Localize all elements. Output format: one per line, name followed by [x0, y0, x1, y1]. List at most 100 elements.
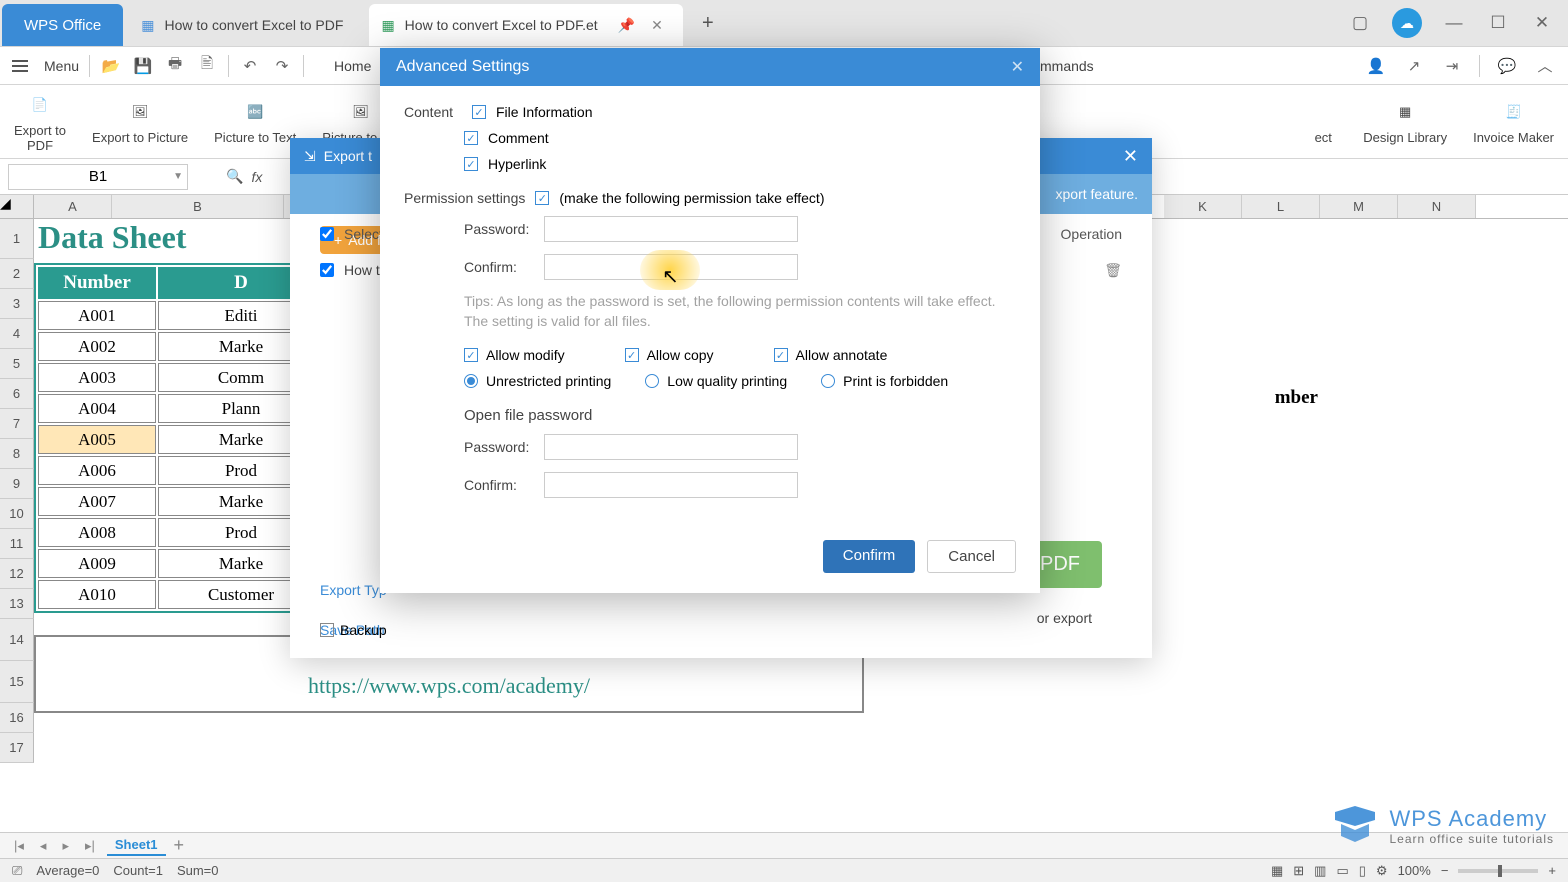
zoom-out-icon[interactable]: − [1441, 863, 1449, 878]
row-header[interactable]: 3 [0, 289, 34, 319]
row-header[interactable]: 2 [0, 259, 34, 289]
col-header[interactable]: N [1398, 195, 1476, 218]
row-header[interactable]: 4 [0, 319, 34, 349]
delete-icon[interactable]: 🗑 [1104, 262, 1122, 279]
next-sheet-icon[interactable]: ▸ [58, 838, 73, 854]
last-sheet-icon[interactable]: ▸| [81, 838, 99, 854]
low-quality-printing-radio[interactable] [645, 374, 659, 388]
confirm-button[interactable]: Confirm [823, 540, 916, 573]
table-cell[interactable]: A006 [38, 456, 156, 485]
invoice-maker-button[interactable]: 🧾 Invoice Maker [1473, 98, 1554, 145]
comment-checkbox[interactable]: ✓ [464, 131, 478, 145]
redo-icon[interactable]: ↷ [271, 55, 293, 77]
view-icon[interactable]: ▦ [1271, 863, 1283, 879]
cell-reference-box[interactable]: B1 ▼ [8, 164, 188, 190]
maximize-icon[interactable]: ☐ [1486, 11, 1510, 35]
export-type-link[interactable]: Export Typ [320, 582, 387, 598]
cancel-button[interactable]: Cancel [927, 540, 1016, 573]
view-page-icon[interactable]: ▭ [1336, 863, 1348, 879]
unrestricted-printing-radio[interactable] [464, 374, 478, 388]
print-forbidden-radio[interactable] [821, 374, 835, 388]
table-cell[interactable]: A007 [38, 487, 156, 516]
row-header[interactable]: 10 [0, 499, 34, 529]
col-header[interactable]: M [1320, 195, 1398, 218]
row-header[interactable]: 12 [0, 559, 34, 589]
permission-enable-checkbox[interactable]: ✓ [535, 191, 549, 205]
table-cell[interactable]: A010 [38, 580, 156, 609]
user-icon[interactable]: 👤 [1365, 55, 1387, 77]
settings-icon[interactable]: ⚙ [1376, 863, 1388, 879]
file-tab-2[interactable]: ▦ How to convert Excel to PDF.et 📌 ✕ [369, 4, 682, 46]
permission-password-input[interactable] [544, 216, 798, 242]
view-icon[interactable]: ⊞ [1293, 863, 1304, 879]
picture-to-text-button[interactable]: 🔤 Picture to Text [214, 98, 296, 145]
close-icon[interactable]: ✕ [651, 17, 663, 34]
fx-label[interactable]: fx [251, 169, 262, 185]
row-header[interactable]: 13 [0, 589, 34, 619]
open-confirm-input[interactable] [544, 472, 798, 498]
zoom-slider[interactable] [1458, 869, 1538, 873]
share-icon[interactable]: ↗ [1403, 55, 1425, 77]
table-cell[interactable]: A002 [38, 332, 156, 361]
chevron-down-icon[interactable]: ▼ [173, 171, 183, 182]
row-header[interactable]: 8 [0, 439, 34, 469]
table-cell[interactable]: A008 [38, 518, 156, 547]
table-cell[interactable]: A005 [38, 425, 156, 454]
export-picture-button[interactable]: 🖼 Export to Picture [92, 98, 188, 145]
pin-icon[interactable]: 📌 [618, 17, 635, 34]
hamburger-icon[interactable] [12, 60, 28, 72]
table-cell[interactable]: A003 [38, 363, 156, 392]
add-sheet-button[interactable]: + [174, 835, 185, 856]
col-header[interactable]: B [112, 195, 284, 218]
new-tab-button[interactable]: + [695, 10, 721, 36]
print-icon[interactable]: 🖶 [164, 55, 186, 77]
close-icon[interactable]: ✕ [1123, 146, 1138, 167]
comment-icon[interactable]: 💬 [1496, 55, 1518, 77]
save-icon[interactable]: 💾 [132, 55, 154, 77]
print-preview-icon[interactable]: 🖹 [196, 55, 218, 77]
allow-copy-checkbox[interactable]: ✓ [625, 348, 639, 362]
menu-label[interactable]: Menu [44, 58, 79, 74]
first-sheet-icon[interactable]: |◂ [10, 838, 28, 854]
row-header[interactable]: 16 [0, 703, 34, 733]
export-pdf-button[interactable]: 📄 Export to PDF [14, 91, 66, 153]
prev-sheet-icon[interactable]: ◂ [36, 838, 51, 854]
close-icon[interactable]: ✕ [1011, 57, 1024, 77]
dock-icon[interactable]: ⇥ [1441, 55, 1463, 77]
col-header[interactable]: A [34, 195, 112, 218]
table-cell[interactable]: A001 [38, 301, 156, 330]
sheet-tab[interactable]: Sheet1 [107, 835, 166, 856]
view-break-icon[interactable]: ▯ [1359, 863, 1366, 879]
row-header[interactable]: 9 [0, 469, 34, 499]
zoom-icon[interactable]: 🔍 [226, 168, 243, 185]
collapse-ribbon-icon[interactable]: ︿ [1534, 55, 1556, 77]
undo-icon[interactable]: ↶ [239, 55, 261, 77]
open-password-input[interactable] [544, 434, 798, 460]
backup-checkbox[interactable] [320, 623, 334, 637]
select-all-corner[interactable]: ◢ [0, 195, 34, 218]
file-row-checkbox[interactable] [320, 263, 334, 277]
hyperlink-checkbox[interactable]: ✓ [464, 157, 478, 171]
open-icon[interactable]: 📂 [100, 55, 122, 77]
row-header[interactable]: 17 [0, 733, 34, 763]
file-tab-1[interactable]: ▦ How to convert Excel to PDF [129, 4, 363, 46]
col-header[interactable]: K [1164, 195, 1242, 218]
zoom-level[interactable]: 100% [1398, 863, 1431, 878]
row-header[interactable]: 7 [0, 409, 34, 439]
app-tab[interactable]: WPS Office [2, 4, 123, 46]
row-header[interactable]: 11 [0, 529, 34, 559]
table-cell[interactable]: A009 [38, 549, 156, 578]
row-header[interactable]: 14 [0, 619, 34, 661]
calendar-icon[interactable]: ▢ [1348, 11, 1372, 35]
design-library-button[interactable]: ▦ Design Library [1363, 98, 1447, 145]
window-close-icon[interactable]: ✕ [1530, 11, 1554, 35]
row-header[interactable]: 5 [0, 349, 34, 379]
select-all-checkbox[interactable] [320, 227, 334, 241]
col-header[interactable]: L [1242, 195, 1320, 218]
row-header[interactable]: 6 [0, 379, 34, 409]
file-information-checkbox[interactable]: ✓ [472, 105, 486, 119]
row-header[interactable]: 1 [0, 219, 34, 259]
allow-modify-checkbox[interactable]: ✓ [464, 348, 478, 362]
row-header[interactable]: 15 [0, 661, 34, 703]
home-tab[interactable]: Home [334, 58, 371, 74]
